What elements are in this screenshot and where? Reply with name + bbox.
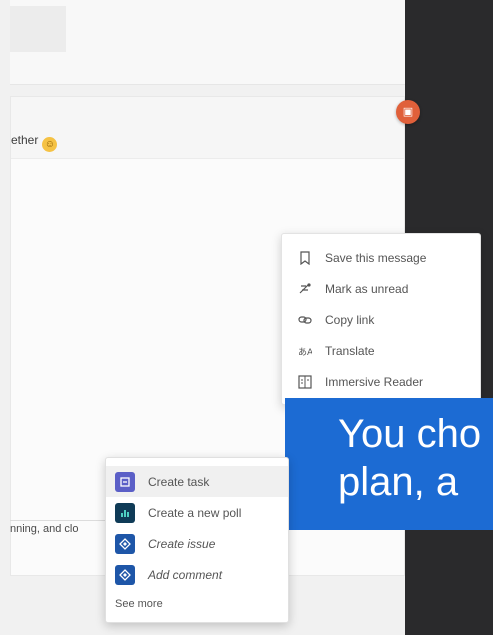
poll-icon	[115, 502, 135, 523]
caption-banner: You cho plan, a	[285, 398, 493, 530]
bookmark-icon	[297, 250, 313, 266]
message-text-content: ether	[11, 133, 39, 147]
jira-icon	[115, 533, 135, 554]
extensions-menu: Create task Create a new poll Create iss…	[105, 457, 289, 623]
reaction-icon[interactable]: ▣	[396, 100, 420, 124]
menu-item-copy-link[interactable]: Copy link	[282, 304, 480, 335]
menu-item-add-comment[interactable]: Add comment	[106, 559, 288, 590]
message-row[interactable]: ether ☺	[11, 97, 404, 159]
caption-line-1: You cho	[338, 412, 482, 456]
menu-item-label: Immersive Reader	[325, 374, 424, 389]
see-more-link[interactable]: See more	[115, 598, 163, 610]
menu-item-create-task[interactable]: Create task	[106, 466, 288, 497]
menu-item-label: Create a new poll	[148, 505, 242, 520]
message-context-menu: Save this message Mark as unread Copy li…	[281, 233, 481, 405]
menu-item-translate[interactable]: あA Translate	[282, 335, 480, 366]
menu-item-mark-unread[interactable]: Mark as unread	[282, 273, 480, 304]
menu-item-label: Save this message	[325, 250, 427, 265]
immersive-reader-icon	[297, 374, 313, 390]
menu-item-label: Create issue	[148, 536, 216, 551]
menu-item-create-poll[interactable]: Create a new poll	[106, 497, 288, 528]
menu-item-save-message[interactable]: Save this message	[282, 242, 480, 273]
menu-item-label: Create task	[148, 474, 210, 489]
menu-item-label: Translate	[325, 343, 375, 358]
previous-message-block	[10, 6, 66, 52]
link-icon	[297, 312, 313, 328]
menu-item-immersive-reader[interactable]: Immersive Reader	[282, 366, 480, 397]
menu-item-label: Mark as unread	[325, 281, 409, 296]
translate-icon: あA	[297, 343, 313, 359]
previous-message-area	[10, 0, 405, 85]
smile-emoji-icon: ☺	[42, 137, 58, 152]
svg-text:あA: あA	[298, 347, 312, 357]
caption-line-2: plan, a	[338, 460, 459, 504]
compose-text[interactable]: nning, and clo	[10, 523, 79, 535]
mark-unread-icon	[297, 281, 313, 297]
jira-icon	[115, 564, 135, 585]
planner-icon	[115, 471, 135, 492]
menu-item-label: Add comment	[148, 567, 223, 582]
menu-item-create-issue[interactable]: Create issue	[106, 528, 288, 559]
message-text: ether ☺	[11, 133, 58, 152]
menu-item-label: Copy link	[325, 312, 375, 327]
